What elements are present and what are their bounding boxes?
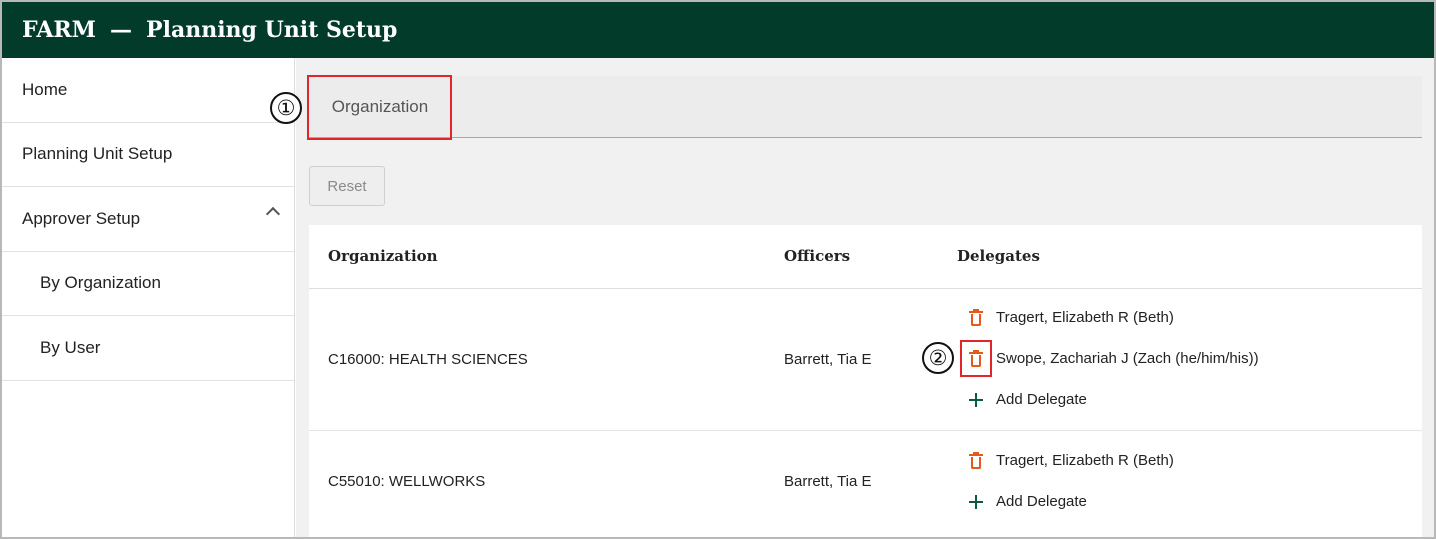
sidebar-item-label: Home: [22, 79, 68, 99]
tab-label: Organization: [331, 97, 429, 116]
organization-cell: C16000: HEALTH SCIENCES: [328, 351, 528, 368]
officers-cell: Barrett, Tia E: [784, 473, 872, 490]
delegate-name: Tragert, Elizabeth R (Beth): [996, 309, 1174, 326]
delegate-name: Tragert, Elizabeth R (Beth): [996, 452, 1174, 469]
column-header-organization: Organization: [328, 247, 438, 265]
sidebar-item-label: By Organization: [40, 273, 161, 293]
sidebar-item-planning-unit-setup[interactable]: Planning Unit Setup: [2, 123, 294, 187]
column-header-officers: Officers: [784, 247, 851, 265]
organization-cell: C55010: WELLWORKS: [328, 473, 486, 490]
sidebar-item-by-organization[interactable]: By Organization: [2, 252, 294, 316]
organization-table: Organization Officers Delegates C16000: …: [309, 225, 1422, 537]
delegate-item: Tragert, Elizabeth R (Beth): [969, 451, 1174, 469]
column-header-delegates: Delegates: [957, 247, 1040, 265]
page-title: Planning Unit Setup: [146, 17, 398, 43]
add-delegate-label: Add Delegate: [996, 493, 1087, 510]
sidebar-item-by-user[interactable]: By User: [2, 316, 294, 381]
tab-organization[interactable]: Organization: [308, 76, 452, 138]
plus-icon: [969, 392, 983, 407]
delegate-item: Tragert, Elizabeth R (Beth): [969, 308, 1174, 326]
sidebar-item-label: By User: [40, 337, 101, 357]
table-row: C16000: HEALTH SCIENCES Barrett, Tia E T…: [309, 289, 1422, 431]
sidebar-item-label: Approver Setup: [22, 208, 141, 228]
table-header: Organization Officers Delegates: [309, 225, 1422, 289]
officers-cell: Barrett, Tia E: [784, 351, 872, 368]
plus-icon: [969, 494, 983, 509]
sidebar: Home Planning Unit Setup Approver Setup …: [2, 58, 295, 537]
trash-icon[interactable]: [969, 308, 983, 326]
reset-button[interactable]: Reset: [309, 166, 385, 206]
delegate-name: Swope, Zachariah J (Zach (he/him/his)): [996, 350, 1259, 367]
trash-icon[interactable]: [969, 451, 983, 469]
add-delegate-button[interactable]: Add Delegate: [969, 391, 1087, 408]
add-delegate-button[interactable]: Add Delegate: [969, 493, 1087, 510]
header-separator: —: [110, 17, 133, 43]
chevron-up-icon[interactable]: [265, 206, 281, 222]
callout-marker-1: ①: [270, 92, 302, 124]
callout-marker-2: ②: [922, 342, 954, 374]
sidebar-item-home[interactable]: Home: [2, 58, 294, 123]
app-header: FARM — Planning Unit Setup: [2, 2, 1434, 58]
tab-bar: Organization: [308, 76, 1422, 138]
sidebar-item-label: Planning Unit Setup: [22, 144, 173, 164]
main-content: Organization Reset Organization Officers…: [296, 58, 1434, 537]
sidebar-item-approver-setup[interactable]: Approver Setup: [2, 187, 294, 252]
table-row: C55010: WELLWORKS Barrett, Tia E Tragert…: [309, 431, 1422, 536]
trash-icon[interactable]: [969, 349, 983, 367]
app-name: FARM: [22, 17, 97, 43]
add-delegate-label: Add Delegate: [996, 391, 1087, 408]
delegate-item: Swope, Zachariah J (Zach (he/him/his)): [969, 349, 1259, 367]
